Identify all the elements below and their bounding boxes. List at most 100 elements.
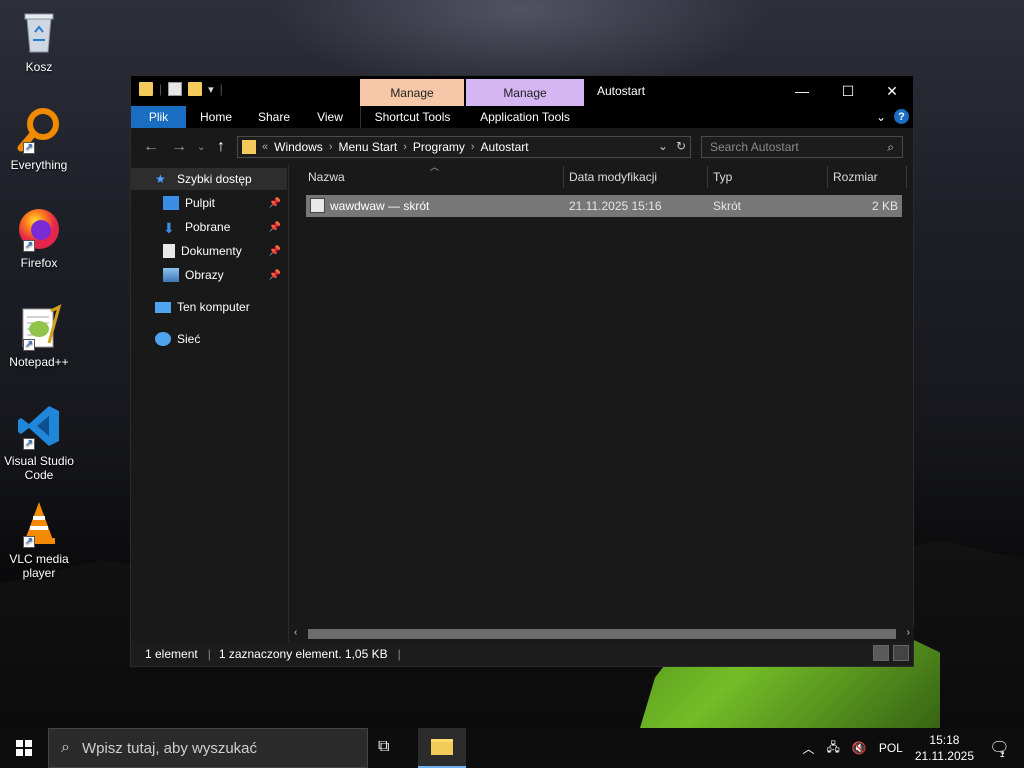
- title-bar[interactable]: | ▾ | Manage Manage Autostart — ☐ ✕: [131, 76, 913, 106]
- desktop-icon-label: Everything: [10, 158, 68, 172]
- column-type[interactable]: Typ: [713, 170, 732, 184]
- taskbar-file-explorer[interactable]: [418, 728, 466, 768]
- details-view-button[interactable]: [873, 645, 889, 661]
- breadcrumb-separator-icon[interactable]: ›: [471, 141, 475, 153]
- scrollbar-thumb[interactable]: [308, 629, 896, 639]
- desktop-icon-recycle-bin[interactable]: Kosz: [4, 8, 74, 74]
- firefox-icon: ↗: [15, 204, 63, 252]
- task-view-icon[interactable]: ⧉: [378, 738, 389, 756]
- horizontal-scrollbar[interactable]: ‹ ›: [290, 626, 914, 642]
- clock-time: 15:18: [929, 733, 960, 747]
- nav-quick-access[interactable]: ★ Szybki dostęp: [131, 168, 287, 190]
- minimize-button[interactable]: —: [779, 76, 825, 106]
- pin-icon[interactable]: 📌: [269, 270, 281, 281]
- desktop-icon-everything[interactable]: ↗ Everything: [4, 106, 74, 172]
- window-title: Autostart: [597, 84, 646, 98]
- back-arrow-icon[interactable]: ←: [143, 138, 159, 156]
- pin-icon[interactable]: 📌: [269, 222, 281, 233]
- nav-network[interactable]: Sieć: [131, 328, 287, 350]
- pictures-icon: [163, 268, 179, 282]
- file-size: 2 KB: [871, 199, 898, 213]
- windows-logo-icon: [16, 740, 32, 756]
- column-divider[interactable]: [707, 166, 708, 188]
- start-button[interactable]: [0, 728, 48, 768]
- breadcrumb-autostart[interactable]: Autostart: [481, 140, 529, 154]
- scroll-right-icon[interactable]: ›: [907, 627, 910, 638]
- new-folder-icon[interactable]: [188, 82, 203, 96]
- network-icon[interactable]: 🖧: [826, 738, 839, 759]
- address-history-chevron-icon[interactable]: ⌄: [658, 139, 668, 153]
- customize-toolbar-dropdown-icon[interactable]: ▾: [208, 83, 214, 96]
- navigation-pane: ★ Szybki dostęp Pulpit 📌 ⬇ Pobrane 📌 Dok…: [131, 164, 289, 642]
- folder-icon: [242, 140, 256, 154]
- recent-locations-chevron-icon[interactable]: ⌄: [197, 142, 205, 153]
- search-box[interactable]: Search Autostart ⌕: [701, 136, 903, 158]
- nav-dokumenty[interactable]: Dokumenty 📌: [131, 240, 287, 262]
- column-size[interactable]: Rozmiar: [833, 170, 878, 184]
- tab-home[interactable]: Home: [191, 106, 241, 128]
- up-arrow-icon[interactable]: ↑: [217, 138, 225, 156]
- show-hidden-icons-chevron-icon[interactable]: ︿: [802, 740, 814, 757]
- desktop-icon-notepadpp[interactable]: ↗ Notepad++: [4, 303, 74, 369]
- scroll-left-icon[interactable]: ‹: [294, 627, 297, 638]
- explorer-window[interactable]: | ▾ | Manage Manage Autostart — ☐ ✕ Plik…: [130, 75, 914, 667]
- file-list[interactable]: ︿ Nazwa Data modyfikacji Typ Rozmiar waw…: [290, 162, 913, 642]
- desktop-folder-icon: [163, 196, 179, 210]
- search-icon: ⌕: [887, 140, 894, 154]
- tab-view[interactable]: View: [307, 106, 353, 128]
- taskbar-search-box[interactable]: ⌕ Wpisz tutaj, aby wyszukać: [48, 728, 368, 768]
- nav-pulpit[interactable]: Pulpit 📌: [131, 192, 287, 214]
- file-row[interactable]: wawdwaw — skrót 21.11.2025 15:16 Skrót 2…: [306, 195, 902, 217]
- column-divider[interactable]: [827, 166, 828, 188]
- column-divider[interactable]: [906, 166, 907, 188]
- computer-icon: [155, 301, 171, 313]
- file-explorer-icon: [431, 739, 453, 755]
- sort-ascending-icon: ︿: [430, 162, 440, 172]
- address-bar[interactable]: « Windows › Menu Start › Programy › Auto…: [237, 136, 691, 158]
- tab-file[interactable]: Plik: [131, 106, 186, 128]
- tab-share[interactable]: Share: [249, 106, 299, 128]
- breadcrumb-menu-start[interactable]: Menu Start: [338, 140, 397, 154]
- language-indicator[interactable]: POL: [879, 741, 903, 755]
- breadcrumb-windows[interactable]: Windows: [274, 140, 323, 154]
- maximize-button[interactable]: ☐: [825, 76, 871, 106]
- column-name[interactable]: Nazwa: [308, 170, 345, 184]
- shortcut-file-icon: [310, 198, 325, 213]
- clock[interactable]: 15:18 21.11.2025: [915, 732, 974, 764]
- tab-shortcut-tools[interactable]: Shortcut Tools: [360, 106, 464, 128]
- help-icon[interactable]: ?: [894, 109, 909, 124]
- status-bar: 1 element | 1 zaznaczony element. 1,05 K…: [131, 642, 913, 666]
- notification-count: 1: [999, 749, 1005, 759]
- desktop-icon-vscode[interactable]: ↗ Visual Studio Code: [4, 402, 74, 482]
- column-divider[interactable]: [563, 166, 564, 188]
- tab-application-tools[interactable]: Application Tools: [466, 106, 584, 128]
- forward-arrow-icon[interactable]: →: [171, 138, 187, 156]
- desktop-icon-label: Visual Studio Code: [4, 454, 74, 482]
- refresh-icon[interactable]: ↻: [676, 139, 686, 153]
- large-icons-view-button[interactable]: [893, 645, 909, 661]
- breadcrumb-separator-icon[interactable]: ›: [403, 141, 407, 153]
- system-tray: ︿ 🖧 🔇 POL 15:18 21.11.2025 🗨1: [802, 728, 1024, 768]
- expand-ribbon-chevron-icon[interactable]: ⌄: [876, 110, 886, 124]
- volume-muted-icon[interactable]: 🔇: [852, 741, 867, 755]
- properties-icon[interactable]: [168, 82, 183, 96]
- desktop-icon-firefox[interactable]: ↗ Firefox: [4, 204, 74, 270]
- action-center-icon[interactable]: 🗨1: [988, 738, 1016, 759]
- close-button[interactable]: ✕: [869, 76, 915, 106]
- recycle-bin-icon: [15, 8, 63, 56]
- breadcrumb-programy[interactable]: Programy: [413, 140, 465, 154]
- column-date-modified[interactable]: Data modyfikacji: [569, 170, 657, 184]
- search-icon: ⌕: [61, 739, 70, 756]
- item-count: 1 element: [145, 647, 198, 661]
- download-icon: ⬇: [163, 220, 175, 236]
- nav-this-pc[interactable]: Ten komputer: [131, 296, 287, 318]
- shortcut-arrow-icon: ↗: [23, 339, 35, 351]
- nav-pobrane[interactable]: ⬇ Pobrane 📌: [131, 216, 287, 238]
- search-placeholder: Search Autostart: [710, 140, 799, 154]
- pin-icon[interactable]: 📌: [269, 246, 281, 257]
- pin-icon[interactable]: 📌: [269, 198, 281, 209]
- breadcrumb-separator-icon[interactable]: ›: [329, 141, 333, 153]
- desktop-icon-vlc[interactable]: ↗ VLC media player: [4, 500, 74, 580]
- overflow-chevrons[interactable]: «: [262, 141, 268, 153]
- nav-obrazy[interactable]: Obrazy 📌: [131, 264, 287, 286]
